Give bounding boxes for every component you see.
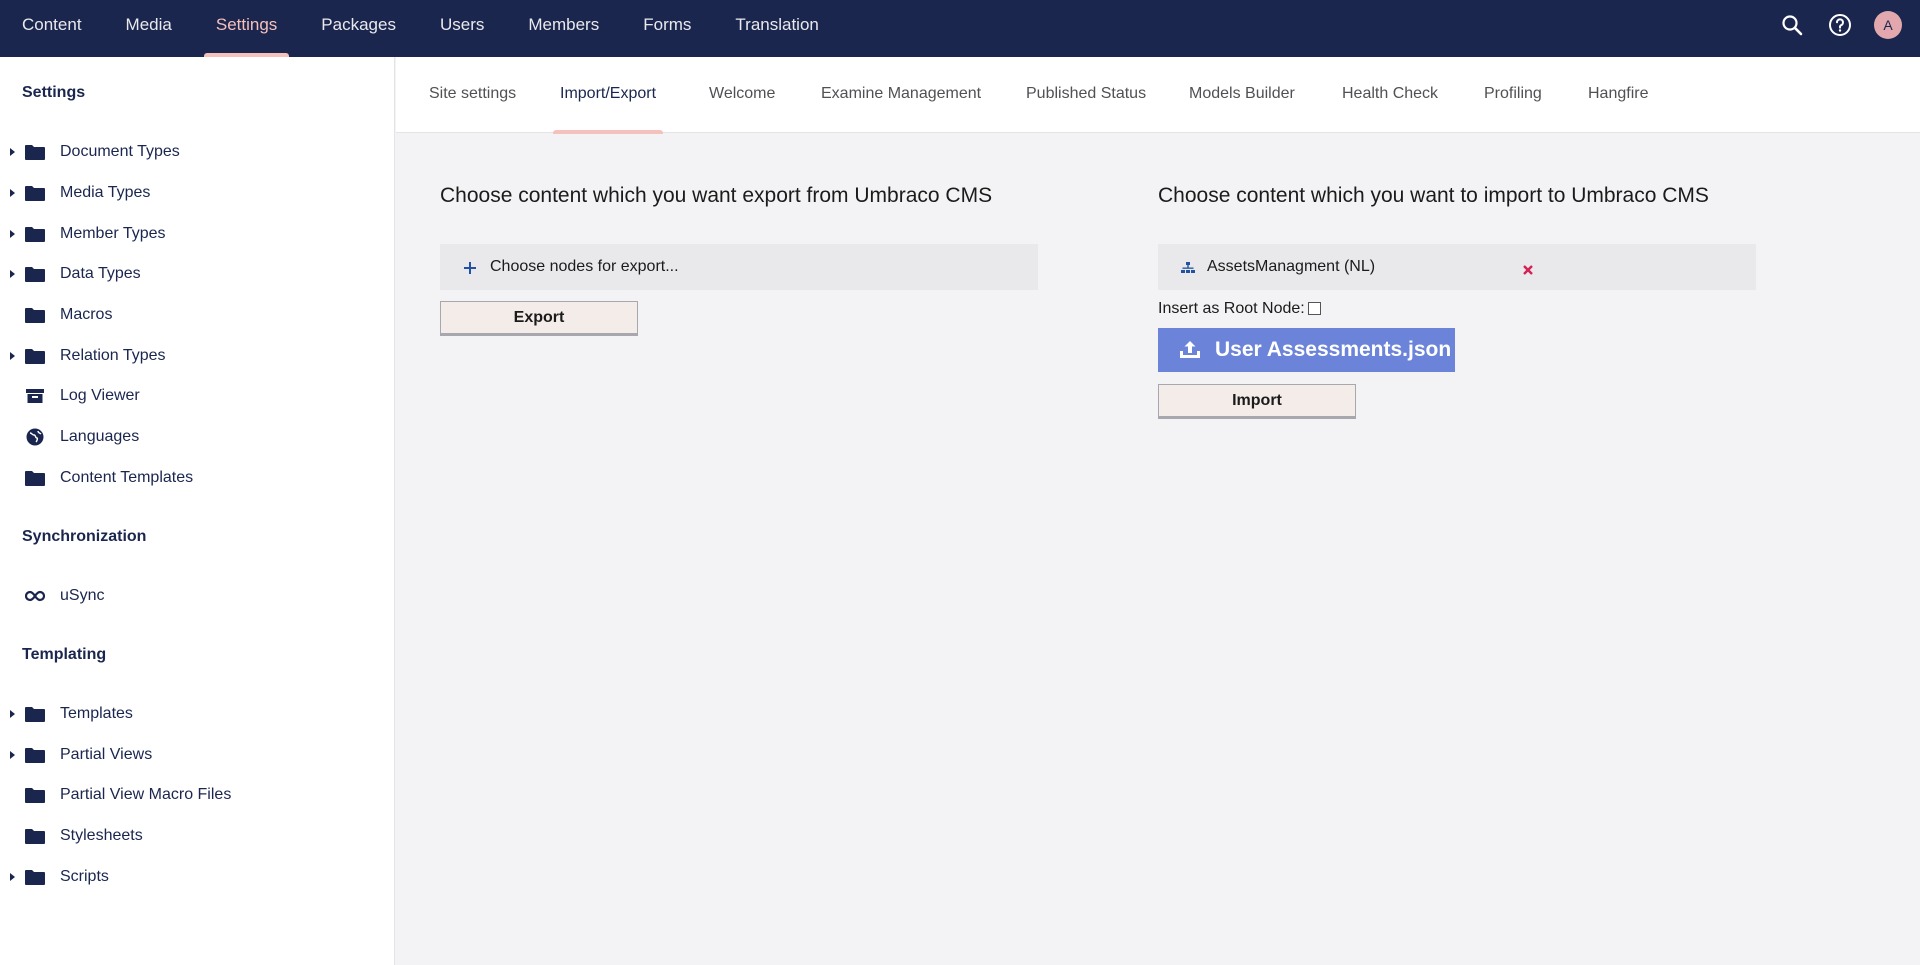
archive-box-icon (25, 387, 45, 405)
tab-welcome[interactable]: Welcome (709, 57, 775, 133)
sidebar-section-title-synchronization: Synchronization (22, 528, 147, 545)
export-button[interactable]: Export (440, 301, 638, 336)
expand-caret-icon[interactable] (10, 270, 15, 278)
tree-item-label: Data Types (60, 265, 141, 282)
tree-item-label: Partial View Macro Files (60, 786, 232, 803)
nav-media[interactable]: Media (104, 0, 194, 57)
nav-settings[interactable]: Settings (194, 0, 299, 57)
dashboard-tabs: Site settings Import/Export Welcome Exam… (396, 57, 1920, 134)
tree-item-macros[interactable]: Macros (0, 296, 394, 334)
tree-item-label: Templates (60, 705, 133, 722)
tree-item-label: Document Types (60, 143, 180, 160)
nav-content[interactable]: Content (0, 0, 104, 57)
folder-icon (25, 868, 45, 886)
tree-item-media-types[interactable]: Media Types (0, 174, 394, 212)
expand-caret-icon[interactable] (10, 230, 15, 238)
folder-icon (25, 265, 45, 283)
folder-icon (25, 184, 45, 202)
import-node-name: AssetsManagment (NL) (1207, 258, 1376, 275)
section-nav: Content Media Settings Packages Users Me… (0, 0, 841, 57)
tree-item-label: Stylesheets (60, 827, 143, 844)
tree-item-log-viewer[interactable]: Log Viewer (0, 377, 394, 415)
import-button[interactable]: Import (1158, 384, 1356, 419)
folder-icon (25, 827, 45, 845)
tab-hangfire[interactable]: Hangfire (1588, 57, 1648, 133)
expand-caret-icon[interactable] (10, 751, 15, 759)
sidebar-section-title-settings: Settings (22, 84, 86, 101)
nav-packages[interactable]: Packages (299, 0, 418, 57)
tab-health-check[interactable]: Health Check (1342, 57, 1438, 133)
tree-item-languages[interactable]: Languages (0, 418, 394, 456)
nav-forms[interactable]: Forms (621, 0, 713, 57)
nav-translation[interactable]: Translation (713, 0, 840, 57)
remove-node-icon[interactable] (1523, 262, 1533, 275)
infinity-icon (25, 587, 45, 605)
help-icon[interactable] (1826, 11, 1854, 39)
tab-examine-management[interactable]: Examine Management (821, 57, 981, 133)
upload-icon (1179, 340, 1201, 360)
plus-icon (464, 261, 476, 274)
tree-item-stylesheets[interactable]: Stylesheets (0, 817, 394, 855)
folder-icon (25, 225, 45, 243)
root-node-option: Insert as Root Node: (1158, 300, 1321, 318)
tree-item-data-types[interactable]: Data Types (0, 255, 394, 293)
tab-models-builder[interactable]: Models Builder (1189, 57, 1295, 133)
import-target-node: AssetsManagment (NL) (1158, 244, 1756, 290)
search-icon[interactable] (1778, 11, 1806, 39)
nav-users[interactable]: Users (418, 0, 506, 57)
folder-icon (25, 306, 45, 324)
folder-icon (25, 143, 45, 161)
tree-item-label: Log Viewer (60, 387, 140, 404)
folder-icon (25, 347, 45, 365)
folder-icon (25, 469, 45, 487)
top-navigation-bar: Content Media Settings Packages Users Me… (0, 0, 1920, 57)
user-avatar[interactable]: A (1874, 11, 1902, 39)
folder-icon (25, 705, 45, 723)
tree-item-relation-types[interactable]: Relation Types (0, 337, 394, 375)
folder-icon (25, 746, 45, 764)
header-tools: A (1778, 0, 1902, 50)
tree-item-templates[interactable]: Templates (0, 695, 394, 733)
expand-caret-icon[interactable] (10, 873, 15, 881)
tree-item-label: Media Types (60, 184, 151, 201)
file-upload-button[interactable]: User Assessments.json (1158, 328, 1455, 372)
tab-site-settings[interactable]: Site settings (429, 57, 516, 133)
folder-icon (25, 786, 45, 804)
tab-import-export[interactable]: Import/Export (552, 57, 664, 134)
tree-item-partial-views[interactable]: Partial Views (0, 736, 394, 774)
tree-item-member-types[interactable]: Member Types (0, 215, 394, 253)
sitemap-icon (1181, 261, 1195, 273)
tree-item-label: Languages (60, 428, 140, 445)
import-heading: Choose content which you want to import … (1158, 184, 1709, 207)
settings-sidebar: Settings Document Types Media Types Memb… (0, 57, 395, 965)
sidebar-section-title-templating: Templating (22, 646, 107, 663)
nav-members[interactable]: Members (506, 0, 621, 57)
upload-file-name: User Assessments.json (1215, 338, 1452, 361)
globe-icon (25, 428, 45, 446)
export-heading: Choose content which you want export fro… (440, 184, 993, 207)
tab-published-status[interactable]: Published Status (1026, 57, 1146, 133)
tree-item-label: Relation Types (60, 347, 166, 364)
tree-item-document-types[interactable]: Document Types (0, 133, 394, 171)
tree-item-partial-view-macro-files[interactable]: Partial View Macro Files (0, 776, 394, 814)
expand-caret-icon[interactable] (10, 189, 15, 197)
tree-item-label: Content Templates (60, 469, 194, 486)
tree-item-label: Macros (60, 306, 113, 323)
export-picker-label: Choose nodes for export... (490, 258, 679, 275)
export-node-picker[interactable]: Choose nodes for export... (440, 244, 1038, 290)
tree-item-content-templates[interactable]: Content Templates (0, 459, 394, 497)
expand-caret-icon[interactable] (10, 352, 15, 360)
tab-profiling[interactable]: Profiling (1484, 57, 1542, 133)
tree-item-scripts[interactable]: Scripts (0, 858, 394, 896)
tree-item-usync[interactable]: uSync (0, 577, 394, 615)
expand-caret-icon[interactable] (10, 148, 15, 156)
tree-item-label: Scripts (60, 868, 109, 885)
root-node-checkbox[interactable] (1307, 302, 1321, 316)
tree-item-label: Partial Views (60, 746, 153, 763)
expand-caret-icon[interactable] (10, 710, 15, 718)
tree-item-label: Member Types (60, 225, 166, 242)
root-node-label: Insert as Root Node: (1158, 300, 1305, 317)
tree-item-label: uSync (60, 587, 105, 604)
